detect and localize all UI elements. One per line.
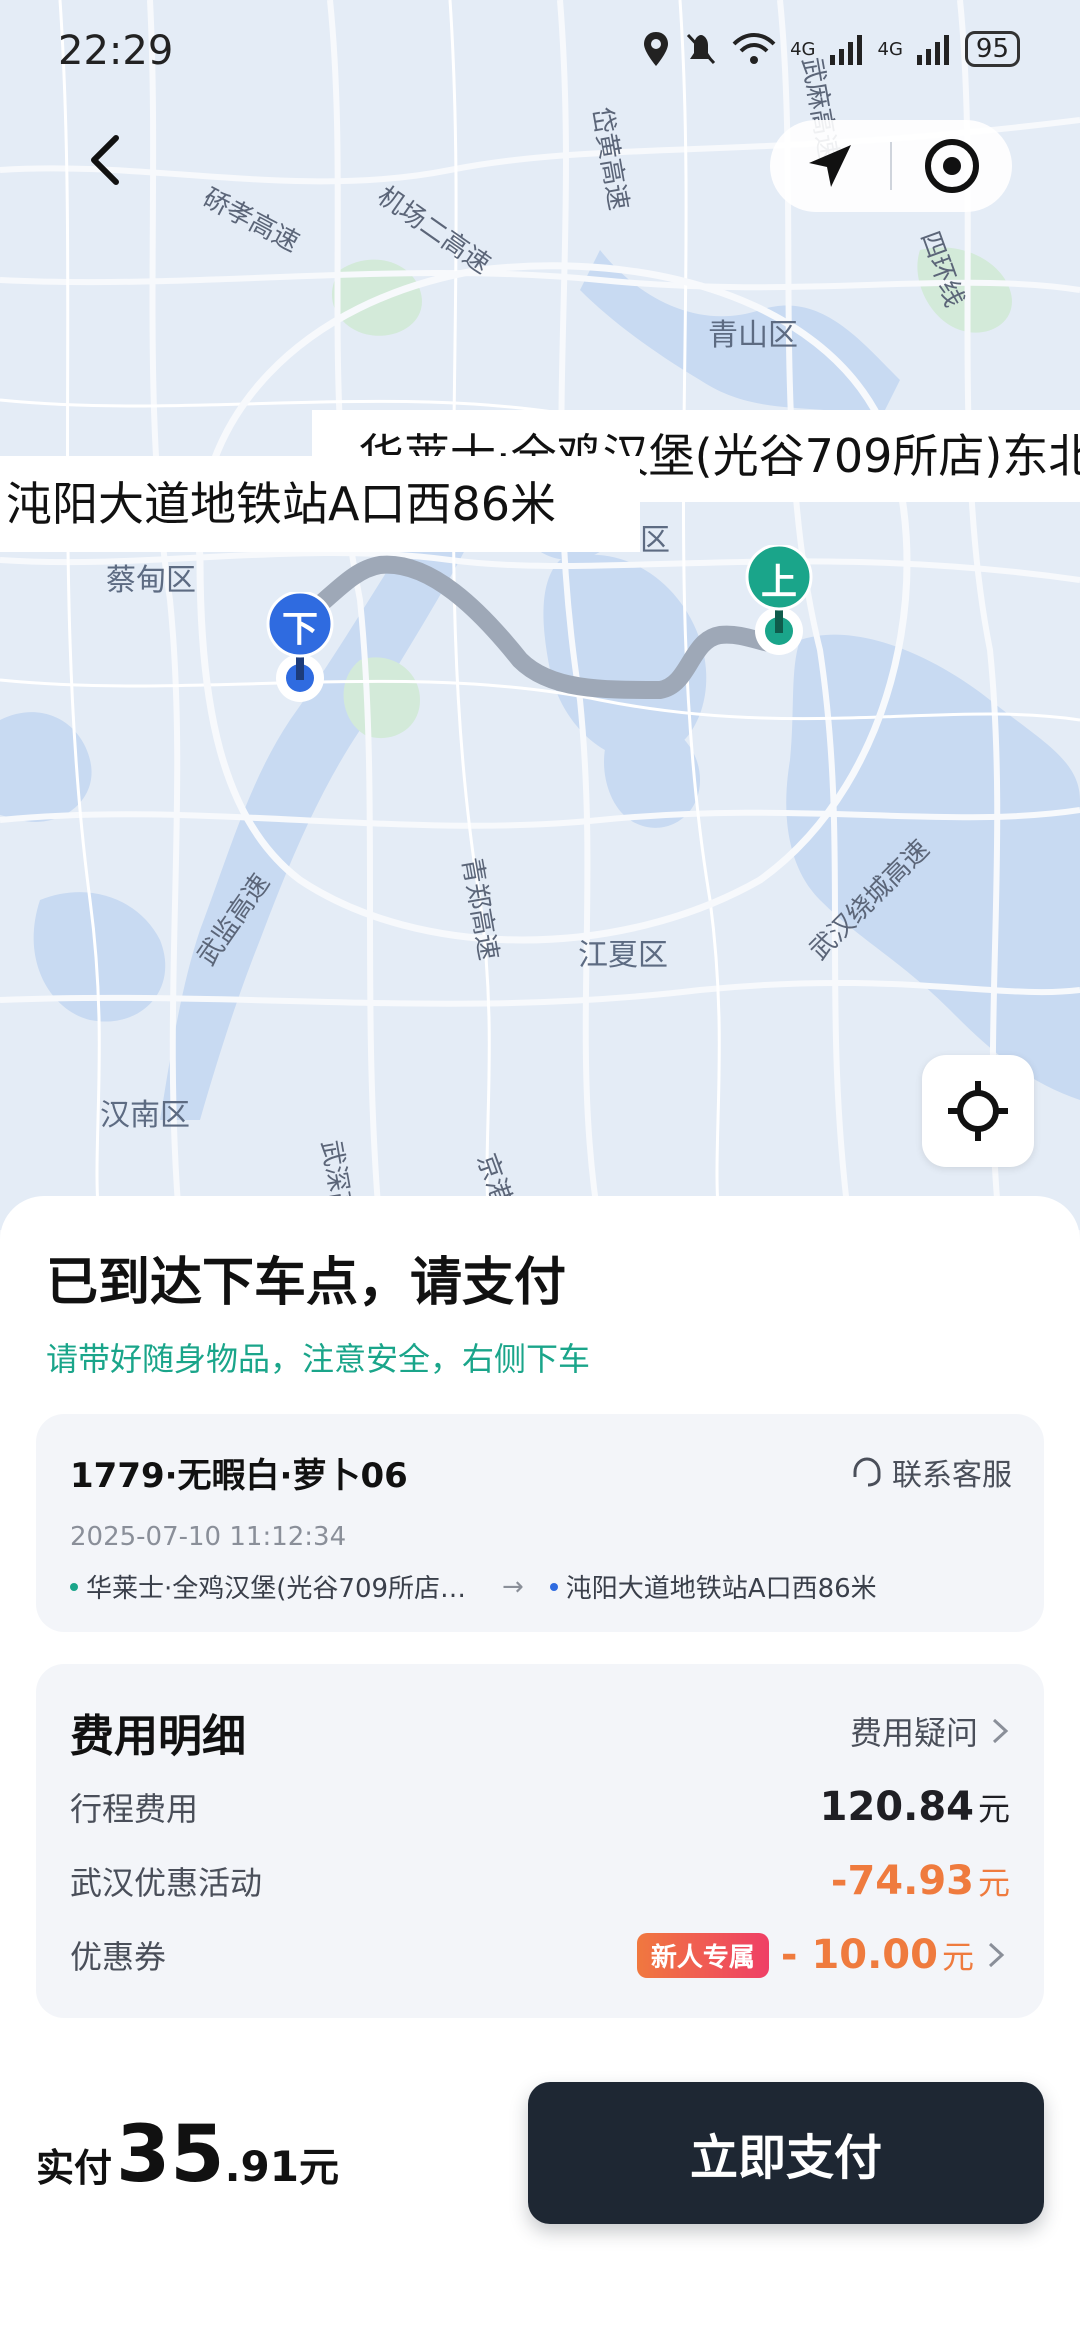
fee-details-card: 费用明细 费用疑问 行程费用 120.84 元 武汉优惠活动 -74.93 元 优惠… [36, 1664, 1044, 2018]
coupon-unit: 元 [941, 1938, 974, 1976]
pickup-pin-label: 上 [760, 562, 797, 603]
pay-now-button[interactable]: 立即支付 [528, 2082, 1044, 2224]
recenter-button[interactable] [922, 1055, 1034, 1167]
crosshair-icon [948, 1081, 1008, 1141]
paid-unit: 元 [298, 2145, 339, 2191]
navigation-arrow-icon [809, 145, 851, 187]
network-type-1: 4G [790, 38, 816, 60]
status-bar: 22:29 4G 4G 95 [0, 0, 1080, 100]
dropoff-location-label: 沌阳大道地铁站A口西86米 [0, 456, 640, 552]
coupon-label: 优惠券 [70, 1938, 167, 1976]
map-label-hannan: 汉南区 [100, 1098, 190, 1133]
fee-details-title: 费用明细 [70, 1711, 246, 1762]
promo-row: 武汉优惠活动 -74.93 元 [70, 1856, 1010, 1906]
pickup-pin: 上 [743, 543, 815, 661]
trip-timestamp: 2025-07-10 11:12:34 [70, 1522, 347, 1552]
battery-indicator: 95 [964, 31, 1020, 67]
coupon-value: - 10.00 [780, 1932, 938, 1978]
trip-fee-value: 120.84 [819, 1784, 974, 1830]
paid-decimal: .91 [224, 2142, 299, 2191]
target-icon [925, 139, 979, 193]
trip-fee-amount: 120.84 元 [820, 1784, 1010, 1830]
promo-value: -74.93 [830, 1858, 974, 1904]
route-from-label: 华莱士·全鸡汉堡(光谷709所店… [86, 1574, 467, 1604]
promo-amount: -74.93 元 [831, 1858, 1010, 1904]
trip-info-card: 1779·无暇白·萝卜06 联系客服 2025-07-10 11:12:34 华… [36, 1414, 1044, 1632]
signal-icon-2 [916, 35, 949, 65]
map-label-jiangxia: 江夏区 [578, 938, 668, 973]
paid-amount: 实付 35 .91 元 [36, 2110, 339, 2200]
status-time: 22:29 [58, 28, 174, 74]
status-icons: 4G 4G 95 [642, 30, 1020, 68]
trip-fee-row: 行程费用 120.84 元 [70, 1782, 1010, 1832]
map-label-caidian: 蔡甸区 [106, 563, 196, 598]
fee-question-label: 费用疑问 [849, 1714, 978, 1752]
promo-label: 武汉优惠活动 [70, 1864, 263, 1902]
signal-icon-1 [829, 35, 862, 65]
map-controls [770, 120, 1012, 212]
promo-unit: 元 [977, 1864, 1010, 1902]
trip-route: 华莱士·全鸡汉堡(光谷709所店… → 沌阳大道地铁站A口西86米 [70, 1568, 1010, 1605]
paid-integer: 35 [116, 2110, 225, 2200]
route-arrow-icon: → [502, 1571, 524, 1602]
route-from: 华莱士·全鸡汉堡(光谷709所店… [70, 1568, 480, 1605]
arrival-subtitle: 请带好随身物品，注意安全，右侧下车 [46, 1340, 591, 1378]
route-to-label: 沌阳大道地铁站A口西86米 [565, 1574, 877, 1604]
from-dot [70, 1582, 78, 1591]
contact-service-label: 联系客服 [892, 1458, 1012, 1493]
to-dot [549, 1582, 558, 1591]
coupon-amount: - 10.00 元 [781, 1932, 974, 1978]
location-icon [644, 32, 669, 66]
coupon-value-group: 新人专属 - 10.00 元 [636, 1932, 1010, 1978]
vehicle-info: 1779·无暇白·萝卜06 [70, 1456, 408, 1496]
map-label-qingshan: 青山区 [708, 318, 798, 353]
chevron-left-icon [91, 135, 119, 185]
chevron-right-icon [992, 1718, 1009, 1744]
trip-fee-label: 行程费用 [70, 1790, 199, 1828]
chevron-right-icon [988, 1942, 1005, 1968]
dropoff-pin: 下 [264, 590, 336, 708]
trip-fee-unit: 元 [977, 1790, 1010, 1828]
back-button[interactable] [80, 130, 130, 190]
target-button[interactable] [892, 120, 1012, 212]
fee-question-link[interactable]: 费用疑问 [850, 1708, 1010, 1754]
wifi-icon [732, 33, 776, 64]
paid-prefix: 实付 [36, 2146, 113, 2190]
new-user-badge: 新人专属 [636, 1932, 769, 1978]
mute-icon [686, 33, 716, 65]
contact-service-button[interactable]: 联系客服 [850, 1450, 1012, 1494]
network-type-2: 4G [877, 38, 903, 60]
coupon-row[interactable]: 优惠券 新人专属 - 10.00 元 [70, 1930, 1010, 1980]
navigate-button[interactable] [770, 120, 890, 212]
map-label-partial: 区 [640, 523, 670, 558]
headset-icon [853, 1457, 881, 1487]
route-to: 沌阳大道地铁站A口西86米 [549, 1568, 877, 1605]
arrival-title: 已到达下车点，请支付 [46, 1253, 567, 1313]
dropoff-pin-label: 下 [281, 609, 318, 650]
